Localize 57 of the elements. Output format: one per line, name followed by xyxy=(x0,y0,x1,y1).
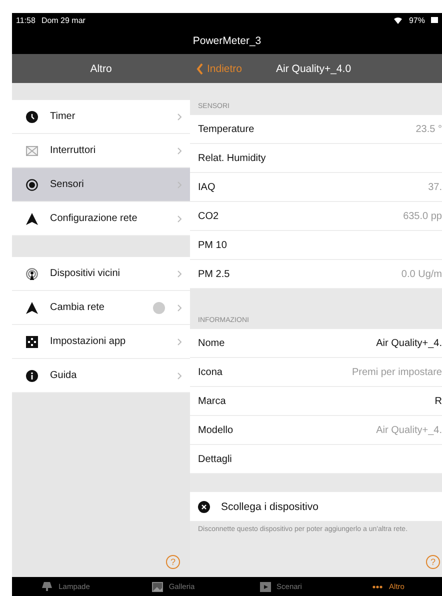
menu-item[interactable]: Interruttori xyxy=(12,134,190,168)
chevron-right-icon xyxy=(177,214,182,222)
row-value: Air Quality+_4. xyxy=(376,338,442,348)
row-label: Temperature xyxy=(198,124,256,134)
row-value: 23.5 ° xyxy=(416,124,442,134)
chevron-right-icon xyxy=(177,372,182,380)
play-icon xyxy=(260,582,271,592)
clock-icon xyxy=(26,110,38,122)
row-value: Premi per impostare xyxy=(352,366,442,378)
menu-title: Altro xyxy=(90,62,112,74)
close-icon xyxy=(198,500,210,512)
wifi-icon xyxy=(392,16,403,24)
chevron-right-icon xyxy=(177,338,182,346)
image-icon xyxy=(152,582,163,592)
row-label: Relat. Humidity xyxy=(198,152,267,164)
disconnect-button[interactable]: Scollega i dispositivo xyxy=(190,492,442,521)
target-icon xyxy=(26,178,38,190)
row-label: PM 2.5 xyxy=(198,268,231,280)
menu-item[interactable]: Impostazioni app xyxy=(12,325,190,359)
chevron-right-icon xyxy=(177,270,182,278)
navigation-arrow-icon xyxy=(26,212,38,224)
row-value: Air Quality+_4. xyxy=(376,424,442,436)
grid-icon xyxy=(26,336,38,348)
chevron-right-icon xyxy=(177,180,182,188)
broadcast-icon xyxy=(26,268,38,280)
chevron-right-icon xyxy=(177,112,182,120)
menu-item[interactable]: Configurazione rete xyxy=(12,202,190,236)
menu-item[interactable]: Cambia rete xyxy=(12,291,190,325)
page-title: Air Quality+_4.0 xyxy=(276,62,352,74)
row-value: 0.0 Ug/m xyxy=(401,268,442,280)
row-label: Dettagli xyxy=(198,454,233,464)
row-label: CO2 xyxy=(198,210,220,222)
row-label: IAQ xyxy=(198,182,216,192)
row-label: Modello xyxy=(198,424,234,436)
row-label: Nome xyxy=(198,338,226,348)
lamp-icon xyxy=(42,582,53,592)
row-label: Marca xyxy=(198,396,227,406)
row-label: PM 10 xyxy=(198,240,228,250)
info-icon xyxy=(26,370,38,382)
menu-item[interactable]: Dispositivi vicini xyxy=(12,257,190,291)
row-value: R xyxy=(434,396,442,406)
row-value: 37. xyxy=(428,182,442,192)
battery-level: 97% xyxy=(408,16,425,24)
battery-icon xyxy=(431,17,438,23)
status-time: 11:58 xyxy=(16,16,36,24)
chevron-right-icon xyxy=(177,146,182,154)
menu-item[interactable]: Timer xyxy=(12,100,190,134)
chevron-right-icon xyxy=(177,304,182,312)
navigation-arrow-icon xyxy=(26,302,38,314)
chevron-left-icon xyxy=(196,62,204,74)
envelope-icon xyxy=(26,144,38,156)
app-title: PowerMeter_3 xyxy=(192,34,262,46)
row-value: 635.0 pp xyxy=(403,210,442,222)
menu-item[interactable]: Sensori xyxy=(12,168,190,202)
row-label: Icona xyxy=(198,366,224,378)
menu-item[interactable]: Guida xyxy=(12,359,190,393)
status-date: Dom 29 mar xyxy=(41,16,86,24)
